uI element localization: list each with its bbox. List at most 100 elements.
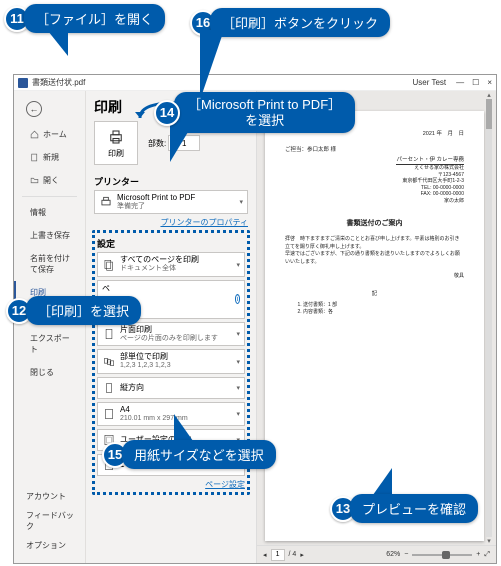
pager-current-input[interactable]: [271, 549, 285, 561]
preview-company-right: パーセント・伊 カレー専務: [396, 155, 464, 165]
pager-next-icon[interactable]: ▸: [300, 551, 304, 559]
signed-in-user[interactable]: User Test: [413, 78, 447, 87]
printer-icon: [106, 128, 126, 146]
sidebar-item-close[interactable]: 閉じる: [14, 361, 85, 384]
sidebar-item-new[interactable]: 新規: [14, 146, 85, 169]
preview-sender-block: えくせる家の株式会社 〒123-4567 東京都千代田区大手町1-2-3 TEL…: [285, 165, 464, 204]
sidebar-item-options[interactable]: オプション: [14, 536, 85, 555]
zoom-out-icon[interactable]: −: [404, 551, 408, 558]
copies-label: 部数:: [148, 138, 166, 149]
sidebar-item-export[interactable]: エクスポート: [14, 327, 85, 361]
pager-prev-icon[interactable]: ◂: [263, 551, 267, 559]
zoom-in-icon[interactable]: +: [476, 551, 480, 558]
preview-closing: 敬具: [285, 272, 464, 279]
callout-pointer-icon: [170, 122, 194, 162]
scroll-down-icon[interactable]: ▾: [487, 537, 491, 545]
preview-body-1: 拝啓 時下ますますご清栄のこととお喜び申し上げます。平素は格別のお引き立てを賜り…: [285, 236, 464, 251]
dd-main: 縦方向: [120, 384, 144, 393]
callout-15: 15 用紙サイズなどを選択: [102, 412, 276, 441]
scroll-up-icon[interactable]: ▴: [487, 91, 491, 99]
callout-pointer-icon: [44, 26, 68, 56]
window-minimize-button[interactable]: —: [456, 78, 464, 87]
pages-icon: [102, 258, 116, 272]
callout-16: 16 ［印刷］ボタンをクリック: [190, 8, 390, 37]
page-icon: [102, 327, 116, 341]
sidebar-item-label: 閉じる: [30, 367, 54, 378]
window-maximize-button[interactable]: ☐: [472, 78, 479, 87]
window-close-button[interactable]: ×: [487, 78, 492, 87]
sidebar-item-account[interactable]: アカウント: [14, 487, 85, 506]
callout-11: 11 ［ファイル］を開く: [4, 4, 165, 33]
titlebar: 書類送付状.pdf User Test — ☐ ×: [14, 75, 496, 91]
preview-list-item: 送付書類：1 部: [303, 301, 464, 308]
printer-name: Microsoft Print to PDF: [117, 194, 195, 203]
info-icon[interactable]: i: [235, 294, 240, 304]
zoom-slider[interactable]: [412, 554, 472, 556]
callout-12: 12 ［印刷］を選択: [6, 296, 141, 325]
preview-body-2: 早速ではございますが、下記の通り書類をお送りいたしますのでよろしくお願いいたしま…: [285, 251, 464, 266]
document-title: 書類送付状.pdf: [32, 77, 85, 88]
callout-label: ［印刷］ボタンをクリック: [210, 8, 390, 37]
dd-sub: ドキュメント全体: [120, 265, 199, 273]
sidebar-item-label: 新規: [43, 152, 59, 163]
callout-label: プレビューを確認: [350, 494, 478, 523]
orientation-dropdown[interactable]: 縦方向 ▾: [97, 377, 245, 399]
printer-status: 準備完了: [117, 203, 195, 211]
collate-icon: [102, 355, 116, 369]
chevron-down-icon: ▾: [236, 330, 240, 338]
fit-to-page-icon[interactable]: ⤢: [484, 551, 490, 559]
sidebar-item-label: 情報: [30, 207, 46, 218]
preview-doc-title: 書類送付のご案内: [285, 218, 464, 228]
page-range-dropdown[interactable]: すべてのページを印刷 ドキュメント全体 ▾: [97, 252, 245, 276]
home-icon: [30, 130, 39, 139]
preview-scrollbar[interactable]: ▴ ▾: [484, 91, 494, 545]
duplex-dropdown[interactable]: 片面印刷 ページの片面のみを印刷します ▾: [97, 322, 245, 346]
sidebar-item-label: エクスポート: [30, 333, 77, 355]
sidebar-item-open[interactable]: 開く: [14, 169, 85, 192]
callout-14: 14 ［Microsoft Print to PDF］ を選択: [154, 92, 355, 133]
sidebar-item-feedback[interactable]: フィードバック: [14, 506, 85, 536]
sidebar-item-info[interactable]: 情報: [14, 201, 85, 224]
print-button-label: 印刷: [108, 148, 124, 159]
back-arrow-icon: ←: [30, 104, 39, 114]
chevron-down-icon: ▾: [239, 198, 243, 206]
preview-zoom-controls: 62% − + ⤢: [386, 551, 490, 559]
callout-pointer-icon: [200, 30, 224, 100]
zoom-value: 62%: [386, 551, 400, 558]
sidebar-item-saveas[interactable]: 名前を付けて保存: [14, 247, 85, 281]
scrollbar-thumb[interactable]: [486, 99, 492, 129]
callout-badge: 14: [154, 100, 180, 126]
new-doc-icon: [30, 153, 39, 162]
sidebar-item-label: 上書き保存: [30, 230, 70, 241]
dd-main: 片面印刷: [120, 326, 218, 335]
callout-13: 13 プレビューを確認: [330, 468, 478, 497]
back-button[interactable]: ←: [26, 101, 42, 117]
sidebar-item-home[interactable]: ホーム: [14, 123, 85, 146]
callout-label: ［印刷］を選択: [26, 296, 141, 325]
collate-dropdown[interactable]: 部単位で印刷 1,2,3 1,2,3 1,2,3 ▾: [97, 349, 245, 373]
sidebar-item-label: 開く: [43, 175, 59, 186]
sidebar-item-label: フィードバック: [26, 510, 77, 532]
callout-label: 用紙サイズなどを選択: [122, 440, 276, 469]
pager-total: / 4: [289, 551, 297, 558]
page-setup-link[interactable]: ページ設定: [205, 479, 245, 490]
preview-footer: ◂ / 4 ▸ 62% − + ⤢: [257, 545, 496, 563]
settings-section-label: 設定: [97, 237, 245, 250]
sidebar-item-label: アカウント: [26, 491, 66, 502]
printer-section-label: プリンター: [94, 175, 248, 188]
preview-recipient: ご担当：参口太郎 様: [285, 145, 464, 153]
zoom-slider-thumb[interactable]: [442, 551, 450, 559]
sidebar-item-label: オプション: [26, 540, 66, 551]
printer-properties-link[interactable]: プリンターのプロパティ: [160, 217, 248, 228]
callout-label: ［Microsoft Print to PDF］ を選択: [174, 92, 355, 133]
backstage-sidebar: ← ホーム 新規 開く 情報 上書き保存 名前を付けて保存 印刷 共有 エクスポ…: [14, 91, 86, 563]
chevron-down-icon: ▾: [236, 261, 240, 269]
dd-sub: ページの片面のみを印刷します: [120, 335, 218, 343]
app-icon: [18, 78, 28, 88]
sidebar-item-save[interactable]: 上書き保存: [14, 224, 85, 247]
printer-icon: [99, 195, 113, 209]
printer-dropdown[interactable]: Microsoft Print to PDF 準備完了 ▾: [94, 190, 248, 214]
chevron-down-icon: ▾: [236, 384, 240, 392]
dd-sub: 1,2,3 1,2,3 1,2,3: [120, 362, 171, 370]
preview-pager: ◂ / 4 ▸: [263, 549, 304, 561]
